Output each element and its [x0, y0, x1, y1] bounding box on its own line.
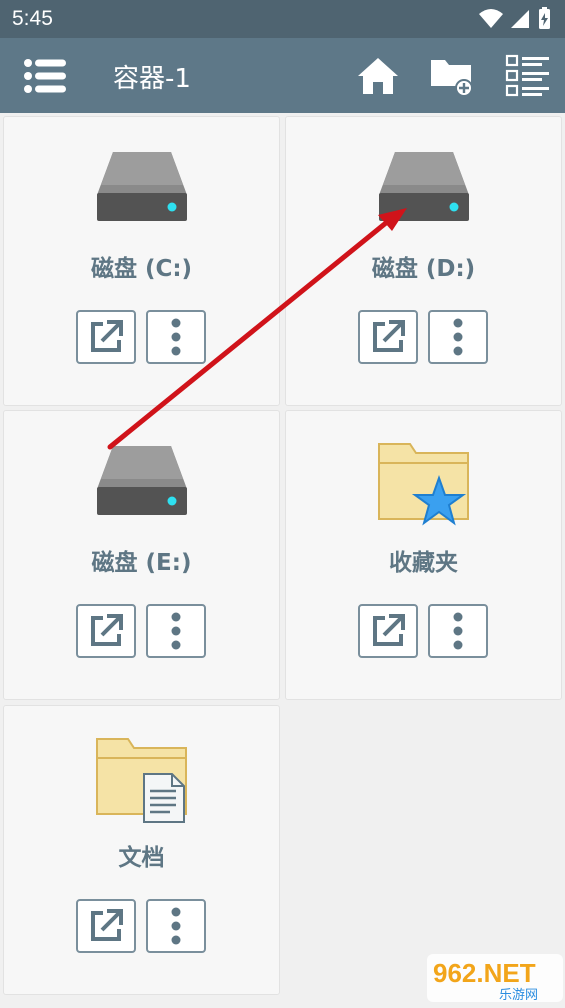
signal-icon: [511, 10, 529, 28]
checklist-icon: [505, 54, 549, 96]
more-vert-icon: [171, 907, 181, 945]
home-button[interactable]: [350, 38, 406, 113]
open-external-icon: [373, 320, 405, 352]
folder-add-icon: [431, 59, 473, 96]
more-vert-icon: [171, 318, 181, 356]
drive-card-e[interactable]: 磁盘 (E:): [3, 410, 280, 700]
status-icons: [477, 6, 555, 32]
status-bar: 5:45: [0, 0, 565, 38]
wifi-icon: [479, 9, 503, 28]
open-external-icon: [91, 614, 123, 646]
open-external-icon: [91, 320, 123, 352]
open-button[interactable]: [358, 310, 418, 364]
watermark-logo: 962.NET 乐游网: [425, 952, 565, 1004]
watermark-subtext: 乐游网: [499, 988, 538, 1003]
home-icon: [358, 57, 398, 94]
open-button[interactable]: [76, 310, 136, 364]
list-menu-icon: [24, 58, 66, 93]
open-button[interactable]: [76, 899, 136, 953]
favorites-card[interactable]: 收藏夹: [285, 410, 562, 700]
more-vert-icon: [453, 318, 463, 356]
more-options-button[interactable]: [428, 310, 488, 364]
more-options-button[interactable]: [146, 310, 206, 364]
more-vert-icon: [453, 612, 463, 650]
hard-drive-icon: [95, 443, 189, 523]
item-label: 收藏夹: [389, 550, 458, 576]
toolbar: 容器-1: [0, 38, 565, 113]
watermark-text: 962.NET: [433, 958, 536, 988]
page-title: 容器-1: [113, 64, 191, 94]
more-vert-icon: [171, 612, 181, 650]
view-options-button[interactable]: [500, 38, 556, 113]
documents-card[interactable]: 文档: [3, 705, 280, 995]
hard-drive-icon: [95, 149, 189, 229]
hard-drive-icon: [377, 149, 471, 229]
drive-card-c[interactable]: 磁盘 (C:): [3, 116, 280, 406]
documents-folder-icon: [94, 736, 190, 828]
drive-card-d[interactable]: 磁盘 (D:): [285, 116, 562, 406]
status-time: 5:45: [12, 7, 53, 30]
more-options-button[interactable]: [146, 899, 206, 953]
menu-button[interactable]: [12, 38, 78, 113]
more-options-button[interactable]: [146, 604, 206, 658]
more-options-button[interactable]: [428, 604, 488, 658]
favorites-folder-icon: [376, 441, 472, 533]
battery-icon: [539, 7, 550, 29]
item-label: 磁盘 (C:): [90, 256, 193, 282]
item-label: 磁盘 (D:): [371, 256, 476, 282]
open-external-icon: [91, 909, 123, 941]
open-button[interactable]: [358, 604, 418, 658]
open-external-icon: [373, 614, 405, 646]
item-label: 磁盘 (E:): [91, 550, 192, 576]
open-button[interactable]: [76, 604, 136, 658]
item-label: 文档: [118, 845, 165, 871]
new-folder-button[interactable]: [424, 38, 480, 113]
